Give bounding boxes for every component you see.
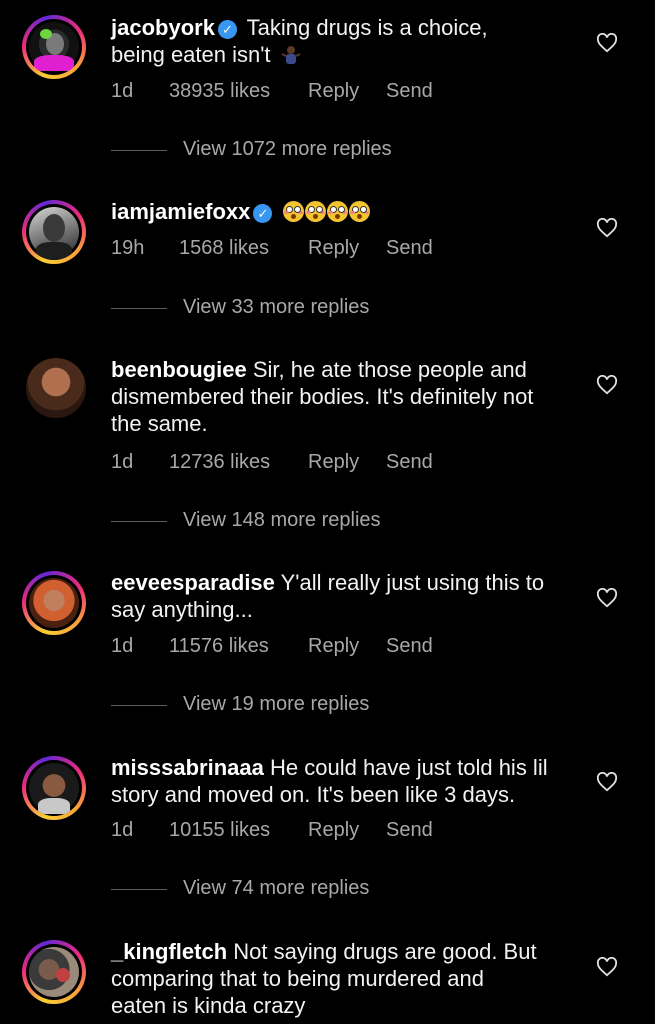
username[interactable]: misssabrinaaa [111,755,264,780]
username[interactable]: iamjamiefoxx [111,199,250,224]
send-button[interactable]: Send [386,451,433,474]
likes-count[interactable]: 10155 likes [169,819,270,842]
comment-body: beenbougiee Sir, he ate those people and… [111,356,581,437]
avatar-eeveesparadise[interactable] [22,571,86,635]
likes-count[interactable]: 38935 likes [169,80,270,103]
avatar-image [26,944,82,1000]
reply-button[interactable]: Reply [308,635,359,658]
timestamp: 1d [111,819,134,841]
comment-text-line1: Not saying drugs are good. But [233,939,537,964]
reply-button[interactable]: Reply [308,819,359,842]
comment-text-line1: Taking drugs is a choice, [246,15,488,40]
comment-text-line2: comparing that to being murdered and [111,966,485,991]
heart-icon[interactable] [596,218,618,238]
heart-icon[interactable] [596,772,618,792]
divider-line [111,150,167,151]
username[interactable]: _kingfletch [111,939,227,964]
avatar-image [26,19,82,75]
view-replies-label: View 74 more replies [183,877,370,899]
comment-text-line2: being eaten isn't [111,42,271,67]
avatar-kingfletch[interactable] [22,940,86,1004]
comment-body: iamjamiefoxx ✓ [111,198,581,225]
divider-line [111,705,167,706]
comment-text-line1: Y'all really just using this to [280,570,545,595]
person-shrugging-icon [281,46,301,64]
comment-text-line2: say anything... [111,597,253,622]
send-button[interactable]: Send [386,237,433,260]
avatar-image [26,204,82,260]
reply-button[interactable]: Reply [308,451,359,474]
comment-text-line1: Sir, he ate those people and [252,357,527,382]
username[interactable]: jacobyork [111,15,215,40]
avatar-misssabrinaaa[interactable] [22,756,86,820]
heart-icon[interactable] [596,957,618,977]
avatar-image [26,760,82,816]
likes-count[interactable]: 11576 likes [169,635,269,658]
heart-icon[interactable] [596,33,618,53]
verified-badge-icon: ✓ [217,20,237,39]
divider-line [111,889,167,890]
flushed-face-icon [282,201,304,222]
comment-body: misssabrinaaa He could have just told hi… [111,754,581,808]
send-button[interactable]: Send [386,635,433,658]
username[interactable]: beenbougiee [111,357,247,382]
view-replies-label: View 33 more replies [183,296,370,318]
divider-line [111,308,167,309]
comment-text-line1: He could have just told his lil [270,755,548,780]
flushed-face-icon [326,201,348,222]
avatar-beenbougiee[interactable] [26,358,86,418]
timestamp: 1d [111,635,134,657]
comment-body: eeveesparadise Y'all really just using t… [111,569,581,623]
username[interactable]: eeveesparadise [111,570,275,595]
heart-icon[interactable] [596,375,618,395]
view-replies-label: View 148 more replies [183,509,381,531]
avatar-image [26,575,82,631]
timestamp: 1d [111,80,134,102]
avatar-iamjamiefoxx[interactable] [22,200,86,264]
flushed-face-icon [348,201,370,222]
comment-text-line3: the same. [111,411,208,436]
reply-button[interactable]: Reply [308,80,359,103]
verified-badge-icon: ✓ [253,204,273,223]
timestamp: 1d [111,451,134,473]
reply-button[interactable]: Reply [308,237,359,260]
divider-line [111,521,167,522]
comment-text-line2: dismembered their bodies. It's definitel… [111,384,534,409]
likes-count[interactable]: 1568 likes [179,237,269,260]
send-button[interactable]: Send [386,819,433,842]
view-replies-label: View 19 more replies [183,693,370,715]
comment-text-line3: eaten is kinda crazy [111,993,306,1018]
avatar-image [26,358,86,418]
send-button[interactable]: Send [386,80,433,103]
timestamp: 19h [111,237,145,259]
heart-icon[interactable] [596,588,618,608]
comment-text-line2: story and moved on. It's been like 3 day… [111,782,516,807]
comment-body: jacobyork ✓ Taking drugs is a choice, bei… [111,14,581,68]
flushed-face-icon [304,201,326,222]
view-replies-label: View 1072 more replies [183,138,392,160]
avatar-jacobyork[interactable] [22,15,86,79]
comment-body: _kingfletch Not saying drugs are good. B… [111,938,581,1019]
likes-count[interactable]: 12736 likes [169,451,270,474]
flushed-face-emojis [282,199,371,224]
